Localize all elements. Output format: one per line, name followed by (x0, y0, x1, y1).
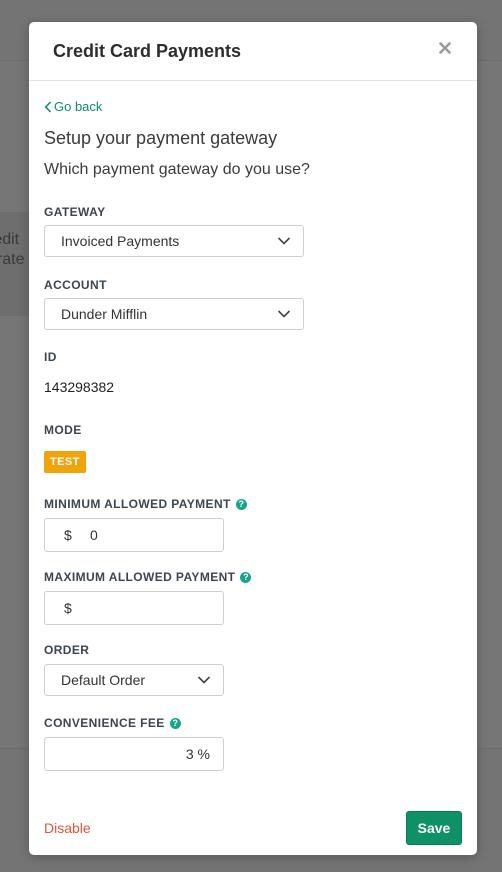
gateway-label-text: GATEWAY (44, 205, 106, 219)
chevron-down-icon (277, 237, 291, 245)
close-icon (439, 42, 451, 54)
min-payment-label-text: MINIMUM ALLOWED PAYMENT (44, 497, 231, 511)
order-select[interactable]: Default Order (44, 664, 224, 696)
id-label-text: ID (44, 350, 57, 364)
mode-label: MODE (44, 423, 82, 437)
order-label-text: ORDER (44, 643, 90, 657)
max-payment-label-text: MAXIMUM ALLOWED PAYMENT (44, 570, 236, 584)
max-payment-label: MAXIMUM ALLOWED PAYMENT ? (44, 570, 252, 584)
save-button[interactable]: Save (406, 811, 462, 845)
order-selected-value: Default Order (61, 672, 146, 688)
max-payment-input[interactable]: $ (44, 591, 224, 625)
max-payment-currency: $ (64, 600, 72, 616)
convenience-fee-value: 3 (185, 746, 194, 762)
min-payment-input[interactable]: $ 0 (44, 518, 224, 552)
modal-title: Credit Card Payments (53, 41, 242, 61)
min-payment-currency: $ (64, 527, 72, 543)
chevron-down-icon (197, 676, 211, 684)
min-payment-label: MINIMUM ALLOWED PAYMENT ? (44, 497, 247, 511)
min-payment-value: 0 (90, 527, 98, 543)
gateway-label: GATEWAY (44, 205, 105, 219)
background-card-text-2: grate (0, 251, 25, 268)
convenience-fee-label-text: CONVENIENCE FEE (44, 716, 165, 730)
background-card-text-1: redit (0, 231, 20, 248)
gateway-question: Which payment gateway do you use? (44, 161, 310, 178)
chevron-down-icon (277, 310, 291, 318)
close-button[interactable] (435, 38, 455, 58)
help-icon[interactable]: ? (235, 498, 247, 510)
order-label: ORDER (44, 643, 89, 657)
modal-header: Credit Card Payments (29, 22, 477, 81)
account-label-text: ACCOUNT (44, 278, 107, 292)
credit-card-payments-modal: Credit Card Payments Go back Setup your … (29, 22, 477, 855)
gateway-selected-value: Invoiced Payments (61, 233, 180, 249)
gateway-select[interactable]: Invoiced Payments (44, 225, 304, 257)
account-selected-value: Dunder Mifflin (61, 306, 148, 322)
convenience-fee-value-group: 3 % (186, 746, 210, 762)
account-select[interactable]: Dunder Mifflin (44, 298, 304, 330)
percent-suffix: % (197, 746, 210, 762)
section-subtitle: Setup your payment gateway (44, 128, 278, 148)
id-label: ID (44, 350, 57, 364)
help-icon[interactable]: ? (240, 571, 252, 583)
help-icon[interactable]: ? (169, 717, 181, 729)
go-back-label: Go back (54, 99, 103, 114)
account-label: ACCOUNT (44, 278, 107, 292)
id-value: 143298382 (44, 379, 115, 395)
disable-link[interactable]: Disable (44, 820, 91, 836)
convenience-fee-input[interactable]: 3 % (44, 737, 224, 771)
chevron-left-icon (44, 100, 52, 113)
mode-label-text: MODE (44, 423, 82, 437)
mode-badge: TEST (44, 451, 86, 473)
go-back-link[interactable]: Go back (44, 99, 102, 114)
convenience-fee-label: CONVENIENCE FEE ? (44, 716, 181, 730)
